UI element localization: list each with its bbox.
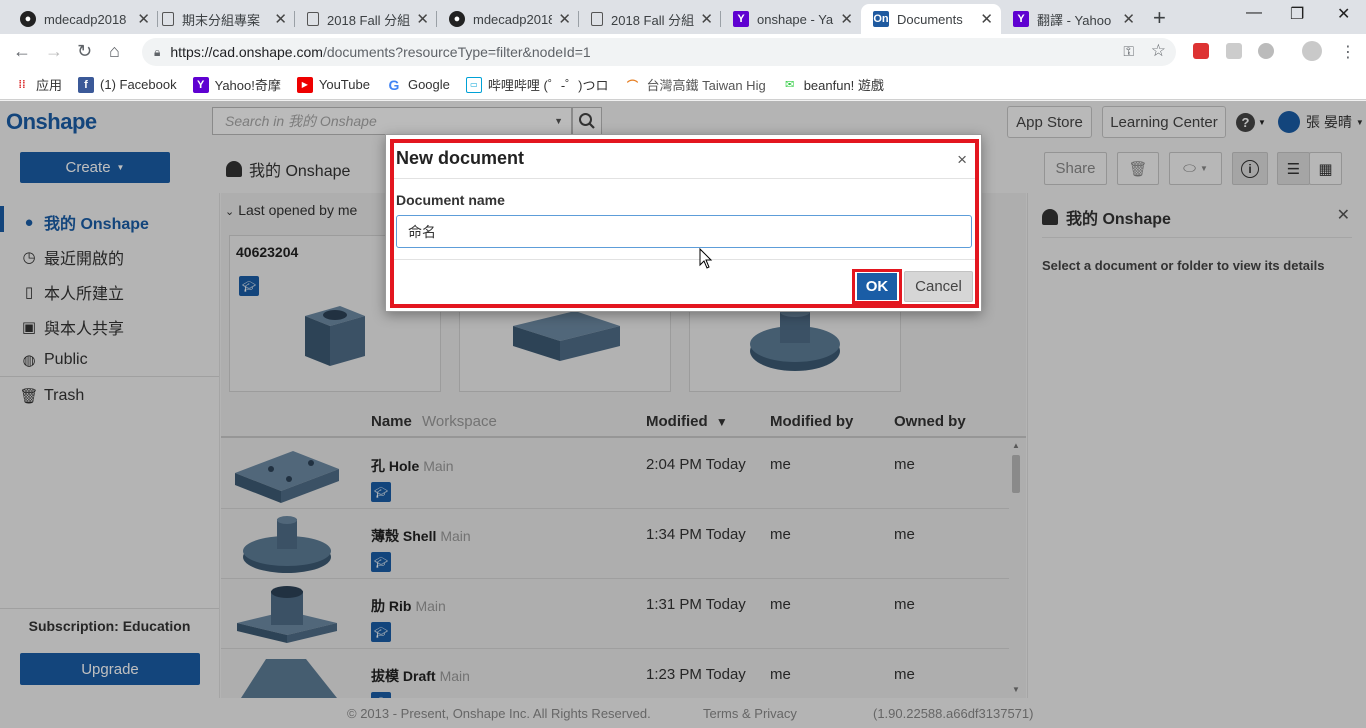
bookmarks-bar: ⁞⁞ 应用 f (1) Facebook Y Yahoo!奇摩 ▶ YouTube GG…: [0, 70, 1366, 100]
restore-icon[interactable]: ❐: [1290, 4, 1304, 24]
new-document-dialog: New document × Document name OK Cancel: [385, 134, 982, 312]
close-icon[interactable]: ✕: [700, 10, 713, 28]
browser-tab-active[interactable]: On Documents ✕: [861, 4, 1001, 34]
bookmark-yahoo[interactable]: Y Yahoo!奇摩: [192, 75, 281, 94]
key-icon[interactable]: ⚿: [1123, 43, 1134, 60]
document-name-input[interactable]: [396, 215, 972, 248]
url-field[interactable]: 🔒︎ https://cad.onshape.com/documents?res…: [142, 38, 1176, 66]
onshape-icon: On: [873, 11, 889, 27]
close-icon[interactable]: ✕: [558, 10, 571, 28]
bookmark-facebook[interactable]: f (1) Facebook: [78, 76, 177, 93]
browser-tab[interactable]: Y 翻譯 - Yahoo ✕: [1001, 4, 1143, 34]
youtube-icon: ▶: [296, 76, 313, 93]
browser-tab[interactable]: 期末分組專案 ✕: [150, 4, 295, 34]
doc-icon: [591, 12, 603, 26]
browser-tab[interactable]: ● mdecadp2018 ✕: [8, 4, 158, 34]
browser-tab[interactable]: 2018 Fall 分組 ✕: [295, 4, 437, 34]
star-icon[interactable]: ☆: [1151, 41, 1166, 61]
tab-title: mdecadp2018: [44, 11, 127, 27]
ok-button[interactable]: OK: [857, 273, 897, 300]
reload-icon[interactable]: ↻: [77, 41, 92, 62]
bookmark-beanfun[interactable]: ✉ beanfun! 遊戲: [782, 75, 884, 94]
tab-title: onshape - Yahoo: [757, 11, 834, 27]
yahoo-icon: Y: [733, 11, 749, 27]
minimize-icon[interactable]: —: [1246, 4, 1262, 22]
close-icon[interactable]: ✕: [980, 10, 993, 28]
close-icon[interactable]: ✕: [416, 10, 429, 28]
facebook-icon: f: [78, 76, 95, 93]
github-icon: ●: [20, 11, 36, 27]
tab-title: 2018 Fall 分組: [327, 12, 411, 28]
browser-tab[interactable]: Y onshape - Yahoo ✕: [721, 4, 861, 34]
bookmark-apps[interactable]: ⁞⁞ 应用: [14, 75, 62, 94]
lock-icon: 🔒︎: [154, 44, 161, 59]
doc-icon: [162, 12, 174, 26]
forward-icon[interactable]: →: [45, 41, 63, 62]
browser-tab[interactable]: 2018 Fall 分組 ✕: [579, 4, 721, 34]
tab-title: mdecadp2018: [473, 11, 553, 27]
close-icon[interactable]: ✕: [137, 10, 150, 28]
doc-icon: [307, 12, 319, 26]
url-path: /documents?resourceType=filter&nodeId=1: [322, 44, 591, 60]
yahoo-icon: Y: [192, 76, 209, 93]
tab-title: 2018 Fall 分組: [611, 12, 695, 28]
close-icon[interactable]: ×: [957, 150, 967, 170]
close-window-icon[interactable]: ✕: [1337, 4, 1350, 24]
url-host: https://cad.onshape.com: [170, 44, 323, 60]
document-name-label: Document name: [396, 192, 505, 208]
new-tab-button[interactable]: +: [1153, 5, 1166, 31]
close-icon[interactable]: ✕: [840, 10, 853, 28]
thsr-icon: ⌒: [626, 79, 638, 92]
profile-icon[interactable]: [1302, 41, 1322, 61]
google-icon: G: [388, 76, 400, 93]
tab-title: 翻譯 - Yahoo: [1037, 12, 1112, 28]
bookmark-google[interactable]: G Google: [386, 77, 450, 93]
cancel-button[interactable]: Cancel: [904, 271, 973, 302]
extension-icon[interactable]: [1226, 43, 1242, 59]
apps-grid-icon: ⁞⁞: [18, 78, 26, 91]
bilibili-icon: ▭: [465, 76, 482, 93]
back-icon[interactable]: ←: [13, 41, 31, 62]
extension-icon[interactable]: [1193, 43, 1209, 59]
mouse-cursor-icon: [699, 248, 713, 269]
tab-title: Documents: [897, 11, 963, 27]
dialog-title: New document: [396, 148, 525, 168]
close-icon[interactable]: ✕: [274, 10, 287, 28]
address-bar: ← → ↻ ⌂ 🔒︎ https://cad.onshape.com/docum…: [0, 34, 1366, 70]
tab-title: 期末分組專案: [182, 12, 261, 28]
browser-tab[interactable]: ● mdecadp2018 ✕: [437, 4, 579, 34]
extension-icon[interactable]: [1258, 43, 1274, 59]
yahoo-icon: Y: [1013, 11, 1029, 27]
home-icon[interactable]: ⌂: [109, 41, 120, 62]
close-icon[interactable]: ✕: [1122, 10, 1135, 28]
bookmark-youtube[interactable]: ▶ YouTube: [296, 76, 370, 93]
menu-icon[interactable]: ⋮: [1340, 42, 1356, 62]
bookmark-bilibili[interactable]: ▭ 哔哩哔哩 (゜-゜)つロ: [465, 75, 608, 94]
browser-tab-bar: ● mdecadp2018 ✕ 期末分組專案 ✕ 2018 Fall 分組 ✕ …: [0, 0, 1366, 34]
beanfun-icon: ✉: [785, 79, 795, 91]
bookmark-thsr[interactable]: ⌒ 台灣高鐵 Taiwan Hig: [624, 75, 766, 94]
github-icon: ●: [449, 11, 465, 27]
